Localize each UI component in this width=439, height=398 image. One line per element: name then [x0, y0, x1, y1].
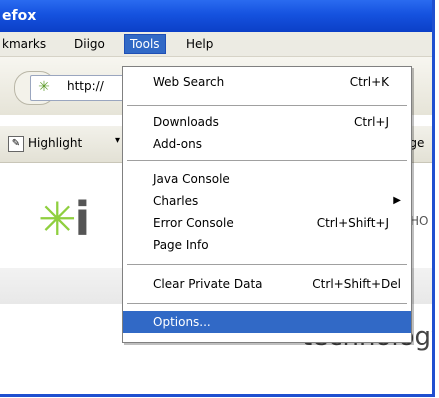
- menu-item-label: Error Console: [153, 216, 234, 230]
- menu-item-label: Options...: [153, 315, 211, 329]
- menu-item-shortcut: Ctrl+Shift+Del: [312, 277, 401, 291]
- menu-item-options[interactable]: Options...: [123, 311, 411, 333]
- menu-bar: kmarks Diigo Tools Help: [0, 32, 432, 57]
- highlight-icon: ✎: [8, 136, 24, 152]
- menu-separator: [127, 264, 407, 265]
- menu-item-error-console[interactable]: Error Console Ctrl+Shift+J: [123, 212, 411, 234]
- menu-item-java-console[interactable]: Java Console: [123, 168, 411, 190]
- menu-item-label: Page Info: [153, 238, 209, 252]
- site-icon: ✳: [38, 79, 50, 95]
- menu-item-downloads[interactable]: Downloads Ctrl+J: [123, 111, 411, 133]
- menu-item-shortcut: Ctrl+Shift+J: [316, 216, 389, 230]
- menu-help[interactable]: Help: [186, 35, 213, 53]
- menu-tools[interactable]: Tools: [124, 34, 166, 54]
- site-logo: ✳i: [38, 192, 91, 246]
- highlight-dropdown-arrow[interactable]: ▾: [115, 135, 120, 146]
- menu-separator: [127, 160, 407, 161]
- menu-diigo[interactable]: Diigo: [74, 35, 105, 53]
- logo-mark: ✳: [38, 192, 77, 246]
- menu-item-shortcut: Ctrl+J: [354, 115, 389, 129]
- menu-item-label: Add-ons: [153, 137, 202, 151]
- window-title: efox: [2, 8, 37, 24]
- menu-item-label: Charles: [153, 194, 199, 208]
- menu-item-add-ons[interactable]: Add-ons: [123, 133, 411, 155]
- browser-window: efox kmarks Diigo Tools Help ✳ http:// ✎…: [0, 0, 435, 397]
- menu-item-shortcut: Ctrl+K: [349, 75, 389, 89]
- tools-menu: Web Search Ctrl+K Downloads Ctrl+J Add-o…: [122, 66, 412, 343]
- highlight-button[interactable]: Highlight: [28, 136, 82, 150]
- menu-item-label: Clear Private Data: [153, 277, 263, 291]
- nav-link-ho[interactable]: HO: [410, 214, 428, 228]
- logo-text: i: [74, 192, 91, 246]
- menu-separator: [127, 105, 407, 106]
- menu-separator: [127, 303, 407, 304]
- title-bar: efox: [0, 0, 432, 32]
- menu-bookmarks[interactable]: kmarks: [2, 35, 46, 53]
- submenu-arrow-icon: ▶: [393, 195, 401, 206]
- url-text[interactable]: http://: [67, 79, 104, 93]
- menu-item-label: Java Console: [153, 172, 230, 186]
- menu-item-label: Downloads: [153, 115, 219, 129]
- menu-item-label: Web Search: [153, 75, 225, 89]
- menu-item-clear-private-data[interactable]: Clear Private Data Ctrl+Shift+Del: [123, 273, 411, 295]
- menu-item-page-info[interactable]: Page Info: [123, 234, 411, 256]
- menu-item-charles[interactable]: Charles ▶: [123, 190, 411, 212]
- menu-item-web-search[interactable]: Web Search Ctrl+K: [123, 71, 411, 93]
